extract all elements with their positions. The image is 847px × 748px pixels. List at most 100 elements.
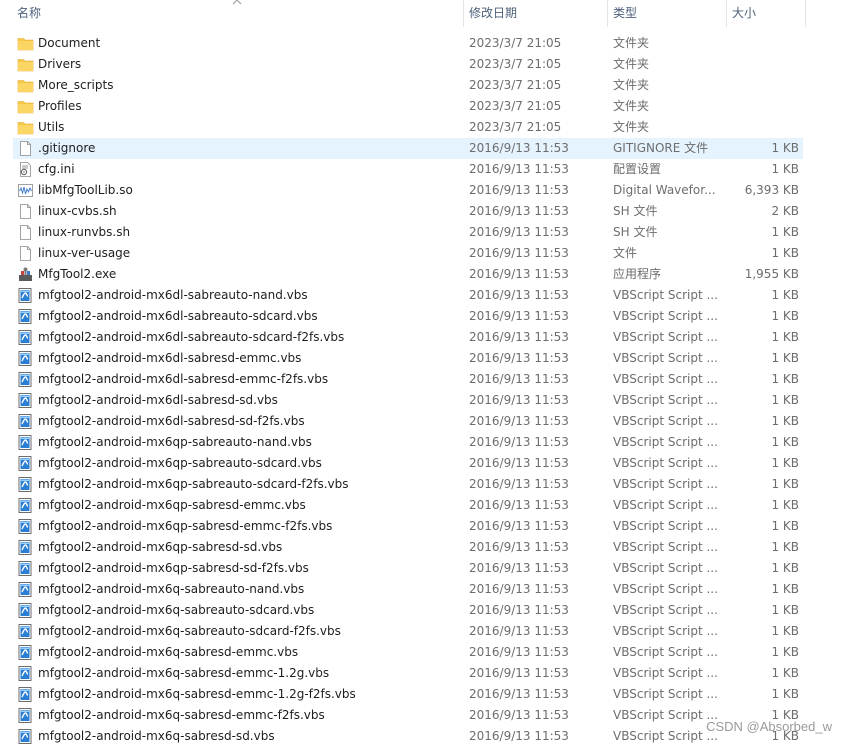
file-type: Digital Wavefor... xyxy=(613,183,716,197)
app-exe-icon xyxy=(17,266,34,283)
file-row[interactable]: mfgtool2-android-mx6dl-sabresd-sd.vbs 201… xyxy=(0,390,847,411)
file-type: 文件 xyxy=(613,246,638,260)
file-type: VBScript Script ... xyxy=(613,645,718,659)
file-type: 文件夹 xyxy=(613,57,650,71)
file-name: Profiles xyxy=(38,99,82,113)
file-date-modified: 2016/9/13 11:53 xyxy=(469,267,569,281)
file-date-modified: 2016/9/13 11:53 xyxy=(469,435,569,449)
file-row[interactable]: mfgtool2-android-mx6qp-sabresd-sd.vbs 201… xyxy=(0,537,847,558)
file-size: 1 KB xyxy=(771,141,799,155)
file-size xyxy=(728,96,799,117)
vbs-script-icon xyxy=(17,350,34,367)
column-header-name[interactable]: 名称 xyxy=(12,0,460,27)
file-size: 1,955 KB xyxy=(744,267,799,281)
file-row[interactable]: linux-cvbs.sh 2016/9/13 11:53 SH 文件 2 KB xyxy=(0,201,847,222)
file-size xyxy=(728,54,799,75)
file-row[interactable]: mfgtool2-android-mx6q-sabreauto-sdcard.v… xyxy=(0,600,847,621)
file-type: 文件夹 xyxy=(613,120,650,134)
file-type: VBScript Script ... xyxy=(613,288,718,302)
file-date-modified: 2023/3/7 21:05 xyxy=(469,78,562,92)
file-type: SH 文件 xyxy=(613,225,658,239)
file-row[interactable]: mfgtool2-android-mx6qp-sabresd-sd-f2fs.v… xyxy=(0,558,847,579)
file-row[interactable]: mfgtool2-android-mx6dl-sabresd-emmc-f2fs… xyxy=(0,369,847,390)
file-row[interactable]: mfgtool2-android-mx6qp-sabreauto-sdcard-… xyxy=(0,474,847,495)
file-name: mfgtool2-android-mx6q-sabresd-emmc-f2fs.… xyxy=(38,708,325,722)
file-name: mfgtool2-android-mx6dl-sabresd-sd.vbs xyxy=(38,393,278,407)
column-header-date-modified[interactable]: 修改日期 xyxy=(463,0,607,27)
file-row[interactable]: linux-ver-usage 2016/9/13 11:53 文件 1 KB xyxy=(0,243,847,264)
file-row[interactable]: mfgtool2-android-mx6q-sabresd-emmc.vbs 20… xyxy=(0,642,847,663)
folder-icon xyxy=(17,98,34,115)
file-date-modified: 2016/9/13 11:53 xyxy=(469,246,569,260)
file-name: mfgtool2-android-mx6q-sabresd-sd.vbs xyxy=(38,729,275,743)
file-size: 1 KB xyxy=(771,330,799,344)
file-date-modified: 2016/9/13 11:53 xyxy=(469,372,569,386)
file-size: 1 KB xyxy=(771,414,799,428)
file-size: 1 KB xyxy=(771,162,799,176)
file-name: mfgtool2-android-mx6qp-sabresd-emmc.vbs xyxy=(38,498,306,512)
vbs-script-icon xyxy=(17,707,34,724)
file-name: Document xyxy=(38,36,101,50)
file-type: VBScript Script ... xyxy=(613,351,718,365)
file-row[interactable]: Drivers 2023/3/7 21:05 文件夹 xyxy=(0,54,847,75)
file-size: 1 KB xyxy=(771,645,799,659)
vbs-script-icon xyxy=(17,644,34,661)
config-file-icon xyxy=(17,161,34,178)
file-row[interactable]: Utils 2023/3/7 21:05 文件夹 xyxy=(0,117,847,138)
file-icon xyxy=(17,224,34,241)
file-row[interactable]: mfgtool2-android-mx6dl-sabreauto-nand.vb… xyxy=(0,285,847,306)
file-type: 配置设置 xyxy=(613,162,662,176)
file-name: mfgtool2-android-mx6q-sabreauto-sdcard.v… xyxy=(38,603,315,617)
file-name: linux-runvbs.sh xyxy=(38,225,131,239)
file-row[interactable]: mfgtool2-android-mx6qp-sabresd-emmc-f2fs… xyxy=(0,516,847,537)
file-date-modified: 2016/9/13 11:53 xyxy=(469,141,569,155)
file-row[interactable]: mfgtool2-android-mx6q-sabreauto-nand.vbs… xyxy=(0,579,847,600)
file-row[interactable]: mfgtool2-android-mx6q-sabresd-emmc-1.2g.… xyxy=(0,663,847,684)
file-row[interactable]: linux-runvbs.sh 2016/9/13 11:53 SH 文件 1 KB xyxy=(0,222,847,243)
file-date-modified: 2023/3/7 21:05 xyxy=(469,120,562,134)
column-header-type[interactable]: 类型 xyxy=(607,0,726,27)
file-date-modified: 2016/9/13 11:53 xyxy=(469,351,569,365)
file-row[interactable]: mfgtool2-android-mx6dl-sabreauto-sdcard-… xyxy=(0,327,847,348)
file-row[interactable]: mfgtool2-android-mx6q-sabreauto-sdcard-f… xyxy=(0,621,847,642)
file-row[interactable]: cfg.ini 2016/9/13 11:53 配置设置 1 KB xyxy=(0,159,847,180)
file-row[interactable]: mfgtool2-android-mx6dl-sabresd-sd-f2fs.v… xyxy=(0,411,847,432)
vbs-script-icon xyxy=(17,392,34,409)
folder-icon xyxy=(17,35,34,52)
file-row[interactable]: mfgtool2-android-mx6qp-sabresd-emmc.vbs 2… xyxy=(0,495,847,516)
file-row[interactable]: .gitignore 2016/9/13 11:53 GITIGNORE 文件 1 K… xyxy=(0,138,847,159)
file-date-modified: 2016/9/13 11:53 xyxy=(469,414,569,428)
file-row[interactable]: mfgtool2-android-mx6dl-sabresd-emmc.vbs 2… xyxy=(0,348,847,369)
file-row[interactable]: Profiles 2023/3/7 21:05 文件夹 xyxy=(0,96,847,117)
vbs-script-icon xyxy=(17,287,34,304)
file-row[interactable]: mfgtool2-android-mx6qp-sabreauto-sdcard.… xyxy=(0,453,847,474)
file-size: 2 KB xyxy=(771,204,799,218)
file-type: VBScript Script ... xyxy=(613,603,718,617)
file-name: cfg.ini xyxy=(38,162,75,176)
file-date-modified: 2016/9/13 11:53 xyxy=(469,666,569,680)
file-name: mfgtool2-android-mx6dl-sabreauto-sdcard.… xyxy=(38,309,318,323)
file-row[interactable]: mfgtool2-android-mx6dl-sabreauto-sdcard.… xyxy=(0,306,847,327)
file-row[interactable]: libMfgToolLib.so 2016/9/13 11:53 Digital W… xyxy=(0,180,847,201)
vbs-script-icon xyxy=(17,602,34,619)
column-header-size[interactable]: 大小 xyxy=(726,0,806,27)
vbs-script-icon xyxy=(17,308,34,325)
file-size: 1 KB xyxy=(771,393,799,407)
file-name: mfgtool2-android-mx6q-sabresd-emmc-1.2g-… xyxy=(38,687,356,701)
file-name: More_scripts xyxy=(38,78,114,92)
file-name: Utils xyxy=(38,120,65,134)
file-row[interactable]: MfgTool2.exe 2016/9/13 11:53 应用程序 1,955 KB xyxy=(0,264,847,285)
file-row[interactable]: Document 2023/3/7 21:05 文件夹 xyxy=(0,33,847,54)
file-row[interactable]: mfgtool2-android-mx6qp-sabreauto-nand.vb… xyxy=(0,432,847,453)
file-date-modified: 2016/9/13 11:53 xyxy=(469,687,569,701)
file-size: 1 KB xyxy=(771,687,799,701)
file-type: VBScript Script ... xyxy=(613,330,718,344)
file-icon xyxy=(17,140,34,157)
file-size xyxy=(728,117,799,138)
file-name: mfgtool2-android-mx6qp-sabreauto-nand.vb… xyxy=(38,435,312,449)
file-name: mfgtool2-android-mx6dl-sabreauto-nand.vb… xyxy=(38,288,308,302)
file-date-modified: 2016/9/13 11:53 xyxy=(469,561,569,575)
vbs-script-icon xyxy=(17,560,34,577)
file-row[interactable]: More_scripts 2023/3/7 21:05 文件夹 xyxy=(0,75,847,96)
file-row[interactable]: mfgtool2-android-mx6q-sabresd-emmc-1.2g-… xyxy=(0,684,847,705)
